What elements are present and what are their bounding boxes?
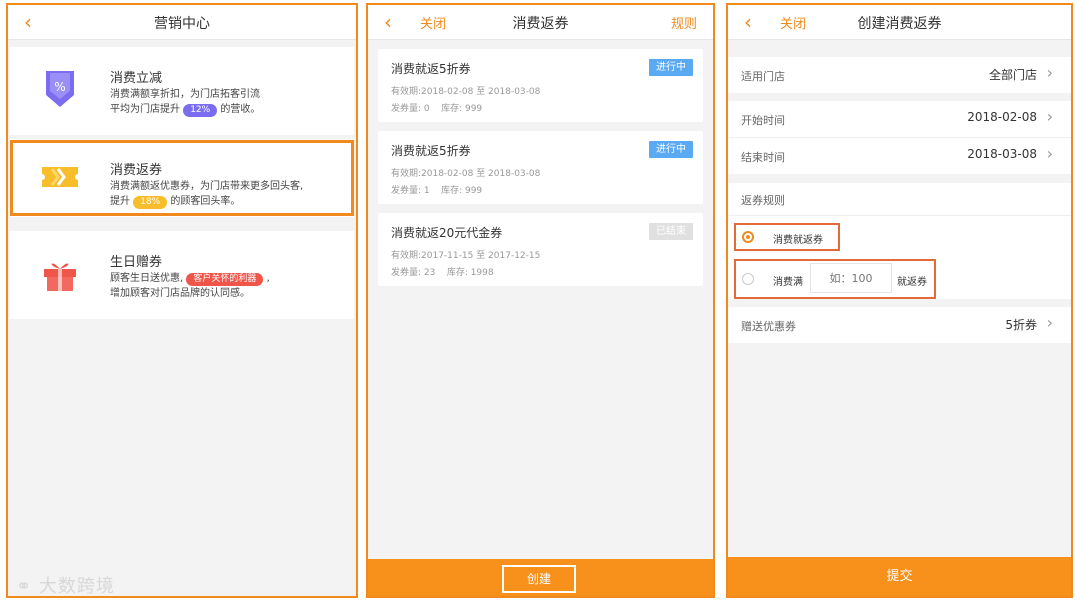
desc-line: 顾客生日送优惠, 客户关怀的利器 , — [110, 271, 270, 286]
desc-text: 的营收。 — [220, 104, 261, 115]
desc-text: 平均为门店提升 — [110, 104, 180, 115]
highlight-box — [10, 140, 354, 216]
start-time-label: 开始时间 — [741, 114, 785, 127]
coupon-stock: 库存: 999 — [441, 186, 483, 196]
desc-text: , — [266, 273, 270, 284]
rules-link[interactable]: 规则 — [671, 13, 697, 32]
end-time-label: 结束时间 — [741, 151, 785, 164]
status-badge: 进行中 — [649, 59, 693, 76]
min-spend-input[interactable] — [810, 263, 892, 293]
coupon-stats: 发券量: 0 库存: 999 — [391, 101, 482, 114]
gift-coupon-value: 5折券 — [1005, 318, 1037, 332]
gift-coupon-row[interactable]: 赠送优惠券 5折券 › — [728, 307, 1071, 343]
chevron-right-icon: › — [1046, 144, 1053, 163]
coupon-validity: 有效期:2018-02-08 至 2018-03-08 — [391, 87, 541, 97]
top-bar: ‹ 关闭 消费返券 规则 — [368, 5, 713, 40]
watermark-logo-icon: ⚭ — [16, 576, 33, 597]
coupon-issued: 发券量: 23 — [391, 268, 436, 278]
divider — [728, 215, 1071, 216]
coupon-card[interactable]: 消费就返20元代金券 有效期:2017-11-15 至 2017-12-15 发… — [378, 213, 703, 286]
radio-option-1[interactable] — [742, 231, 754, 243]
coupon-issued: 发券量: 1 — [391, 186, 430, 196]
create-coupon-screen: ‹ 关闭 创建消费返券 适用门店 全部门店 › 开始时间 2018-02-08 … — [726, 3, 1073, 598]
tag-badge: 客户关怀的利器 — [186, 273, 264, 286]
page-title: 消费返券 — [512, 16, 569, 32]
start-time-row[interactable]: 开始时间 2018-02-08 › — [728, 101, 1071, 138]
store-row[interactable]: 适用门店 全部门店 › — [728, 57, 1071, 93]
coupon-stats: 发券量: 1 库存: 999 — [391, 183, 482, 196]
page-title: 创建消费返券 — [857, 16, 942, 32]
desc-line: 平均为门店提升 12% 的营收。 — [110, 102, 260, 117]
rules-header: 返券规则 — [741, 194, 785, 207]
menu-item-instant-discount[interactable]: % 消费立减 消费满额享折扣，为门店拓客引流 平均为门店提升 12% 的营收。 — [10, 47, 354, 135]
desc-line: 增加顾客对门店品牌的认同感。 — [110, 288, 250, 299]
coupon-validity: 有效期:2018-02-08 至 2018-03-08 — [391, 169, 541, 179]
chevron-right-icon: › — [1046, 63, 1053, 82]
gift-icon — [44, 263, 76, 291]
store-value: 全部门店 — [988, 68, 1037, 82]
coupon-issued: 发券量: 0 — [391, 104, 430, 114]
coupon-title: 消费就返5折券 — [391, 144, 471, 158]
gift-coupon-label: 赠送优惠券 — [741, 320, 796, 333]
option-2-prefix: 消费满 — [773, 277, 803, 288]
menu-item-title: 消费立减 — [110, 71, 163, 86]
menu-item-birthday-coupon[interactable]: 生日赠券 顾客生日送优惠, 客户关怀的利器 , 增加顾客对门店品牌的认同感。 — [10, 231, 354, 319]
discount-percent-icon: % — [46, 71, 74, 107]
percent-badge: 12% — [183, 104, 218, 117]
coupon-stock: 库存: 1998 — [446, 268, 494, 278]
menu-item-desc: 顾客生日送优惠, 客户关怀的利器 , 增加顾客对门店品牌的认同感。 — [110, 271, 270, 301]
chevron-right-icon: › — [1046, 313, 1053, 332]
status-badge: 已结束 — [649, 223, 693, 240]
top-bar: ‹ 关闭 创建消费返券 — [728, 5, 1071, 40]
desc-text: 顾客生日送优惠, — [110, 273, 184, 284]
option-2-suffix: 就返券 — [897, 277, 927, 288]
marketing-center-screen: ‹ 营销中心 % 消费立减 消费满额享折扣，为门店拓客引流 平均为门店提升 12… — [6, 3, 358, 598]
chevron-right-icon: › — [1046, 107, 1053, 126]
start-time-value: 2018-02-08 — [967, 110, 1037, 124]
coupon-stats: 发券量: 23 库存: 1998 — [391, 265, 494, 278]
rules-section: 返券规则 消费就返券 消费满 就返券 — [728, 183, 1071, 299]
coupon-list-screen: ‹ 关闭 消费返券 规则 消费就返5折券 有效期:2018-02-08 至 20… — [366, 3, 715, 598]
menu-item-desc: 消费满额享折扣，为门店拓客引流 平均为门店提升 12% 的营收。 — [110, 87, 260, 117]
top-bar: ‹ 营销中心 — [8, 5, 356, 40]
option-1-label: 消费就返券 — [773, 235, 823, 246]
end-time-value: 2018-03-08 — [967, 147, 1037, 161]
menu-item-title: 生日赠券 — [110, 255, 163, 270]
coupon-stock: 库存: 999 — [441, 104, 483, 114]
desc-line: 消费满额享折扣，为门店拓客引流 — [110, 89, 260, 100]
status-badge: 进行中 — [649, 141, 693, 158]
submit-button[interactable]: 提交 — [728, 557, 1071, 596]
watermark: ⚭ 大数跨境 — [16, 572, 115, 597]
coupon-validity: 有效期:2017-11-15 至 2017-12-15 — [391, 251, 541, 261]
coupon-card[interactable]: 消费就返5折券 有效期:2018-02-08 至 2018-03-08 发券量:… — [378, 131, 703, 204]
coupon-card[interactable]: 消费就返5折券 有效期:2018-02-08 至 2018-03-08 发券量:… — [378, 49, 703, 122]
store-label: 适用门店 — [741, 70, 785, 83]
coupon-title: 消费就返5折券 — [391, 62, 471, 76]
end-time-row[interactable]: 结束时间 2018-03-08 › — [728, 138, 1071, 174]
create-button[interactable]: 创建 — [502, 565, 576, 593]
bottom-bar: 创建 — [368, 559, 713, 596]
watermark-text: 大数跨境 — [38, 576, 115, 597]
svg-text:%: % — [54, 80, 65, 94]
coupon-title: 消费就返20元代金券 — [391, 226, 503, 240]
radio-option-2[interactable] — [742, 273, 754, 285]
page-title: 营销中心 — [154, 16, 210, 32]
